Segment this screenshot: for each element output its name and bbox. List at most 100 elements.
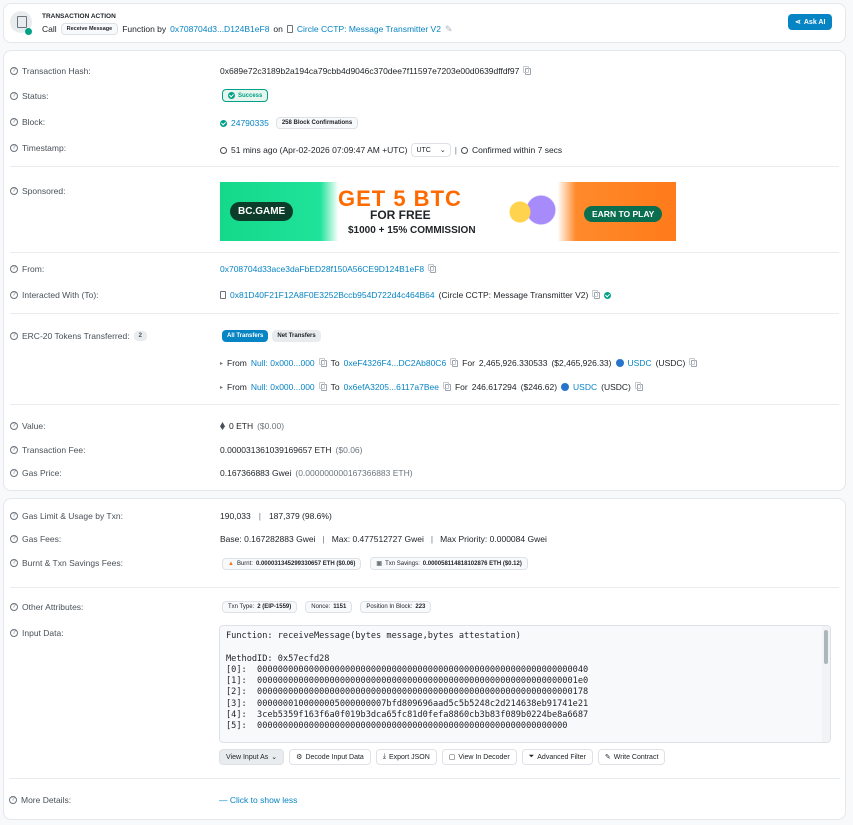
scrollbar[interactable] (822, 626, 830, 742)
edit-icon[interactable]: ✎ (445, 24, 453, 35)
function-by-text: Function by (122, 24, 167, 34)
timestamp-label: ? Timestamp: (10, 143, 66, 153)
question-icon: ? (10, 92, 18, 100)
transfer-row: ▸ From Null: 0x000...000 To 0xeF4326F4..… (220, 357, 698, 368)
to-text: To (330, 358, 340, 368)
download-icon: ⤓ (382, 753, 386, 760)
view-in-decoder-button[interactable]: ▢ View In Decoder (441, 749, 517, 765)
divider (10, 404, 839, 405)
gas-usage: 187,379 (98.6%) (268, 511, 332, 521)
transfer-to-link[interactable]: 0xeF4326F4...DC2Ab80C6 (344, 358, 447, 368)
write-contract-button[interactable]: ✎ Write Contract (597, 749, 666, 765)
transfer-from-link[interactable]: Null: 0x000...000 (251, 358, 315, 368)
export-json-button[interactable]: ⤓ Export JSON (375, 749, 437, 765)
copy-icon[interactable] (318, 381, 327, 391)
value-value: 0 ETH ($0.00) (220, 421, 284, 431)
timezone-select[interactable]: UTC ⌄ (411, 143, 451, 157)
check-circle-icon (228, 92, 235, 99)
tab-all-transfers[interactable]: All Transfers (222, 330, 269, 342)
copy-icon[interactable] (318, 357, 327, 367)
transfer-amount: 2,465,926.330533 (478, 358, 548, 368)
copy-icon[interactable] (689, 357, 698, 367)
tab-net-transfers[interactable]: Net Transfers (272, 330, 321, 342)
usdc-icon (615, 359, 624, 367)
decode-icon: ⚙ (296, 754, 303, 761)
receipt-icon (10, 11, 32, 35)
on-text: on (273, 24, 283, 34)
timestamp-label-text: Timestamp: (22, 143, 67, 153)
gas-fees-label: ? Gas Fees: (10, 534, 61, 544)
status-label: ? Status: (10, 91, 48, 101)
value-usd: ($0.00) (257, 421, 285, 431)
method-badge[interactable]: Receive Message (60, 23, 119, 35)
gas-fees-label-text: Gas Fees: (22, 534, 62, 544)
input-data-textarea[interactable]: Function: receiveMessage(bytes message,b… (219, 625, 831, 743)
contract-name-link[interactable]: Circle CCTP: Message Transmitter V2 (297, 24, 441, 34)
confirmed-text: Confirmed within 7 secs (471, 145, 563, 155)
gas-limit-label-text: Gas Limit & Usage by Txn: (22, 511, 123, 521)
hash-text: 0x689e72c3189b2a194ca79cbb4d9046c370dee7… (220, 66, 520, 76)
transfer-row: ▸ From Null: 0x000...000 To 0x6efA3205..… (220, 381, 643, 392)
divider (10, 252, 839, 253)
savings-badge: ▣ Txn Savings: 0.000058114818102876 ETH ($… (370, 557, 528, 570)
question-icon: ? (10, 535, 18, 543)
question-icon: ? (10, 67, 18, 75)
copy-icon[interactable] (428, 263, 437, 273)
gas-max: Max: 0.477512727 Gwei (331, 534, 424, 544)
transfer-from-link[interactable]: Null: 0x000...000 (251, 382, 315, 392)
action-line: Call Receive Message Function by 0x70870… (42, 23, 453, 35)
token-link[interactable]: USDC (573, 382, 597, 392)
fee-usd: ($0.06) (335, 445, 363, 455)
gas-price-gwei: 0.167366883 Gwei (220, 468, 292, 478)
from-address-link[interactable]: 0x708704d33ace3daFbED28f150A56CE9D124B1e… (220, 264, 424, 274)
usdc-icon (561, 383, 570, 391)
question-icon: ? (10, 187, 18, 195)
sponsored-banner[interactable]: BC.GAME GET 5 BTC FOR FREE $1000 + 15% C… (220, 182, 676, 241)
hash-label: ? Transaction Hash: (10, 66, 91, 76)
banner-dice-image (502, 192, 562, 232)
divider (10, 587, 839, 588)
flame-icon: ▲ (228, 560, 234, 567)
section-title: TRANSACTION ACTION (42, 13, 116, 20)
view-input-as-button[interactable]: View Input As ⌄ (219, 749, 285, 765)
from-short-link[interactable]: 0x708704d3...D124B1eF8 (170, 24, 269, 34)
savings-icon: ▣ (376, 561, 383, 567)
block-link[interactable]: 24790335 (231, 118, 269, 128)
gas-limit: 190,033 (220, 511, 251, 521)
to-label-text: Interacted With (To): (22, 290, 99, 300)
verified-icon (604, 291, 612, 299)
to-address-link[interactable]: 0x81D40F21F12A8F0E3252Bccb954D722d4c464B… (230, 290, 435, 300)
to-label: ? Interacted With (To): (10, 290, 99, 300)
ask-ai-button[interactable]: ⋖ Ask AI (788, 14, 833, 30)
question-icon: ? (10, 118, 18, 126)
copy-icon[interactable] (523, 65, 532, 75)
divider (9, 778, 840, 779)
copy-icon[interactable] (634, 381, 643, 391)
question-icon: ? (10, 265, 18, 273)
scrollbar-thumb[interactable] (824, 630, 828, 664)
fee-eth: 0.000031361039169657 ETH (220, 445, 332, 455)
block-value: 24790335 258 Block Confirmations (220, 117, 359, 129)
divider (10, 313, 839, 314)
copy-icon[interactable] (450, 357, 459, 367)
contract-icon (286, 25, 293, 33)
gas-price-label-text: Gas Price: (22, 468, 62, 478)
decode-input-button[interactable]: ⚙ Decode Input Data (289, 749, 371, 765)
copy-icon[interactable] (592, 289, 601, 299)
show-less-link[interactable]: — Click to show less (219, 795, 297, 805)
question-icon: ? (9, 796, 17, 804)
advanced-filter-button[interactable]: ⏷ Advanced Filter (521, 749, 593, 765)
gas-fees-value: Base: 0.167282883 Gwei | Max: 0.477512727 … (220, 534, 547, 544)
burnt-label-text: Burnt & Txn Savings Fees: (22, 558, 123, 568)
fee-value: 0.000031361039169657 ETH ($0.06) (220, 445, 362, 455)
to-name: (Circle CCTP: Message Transmitter V2) (438, 290, 589, 300)
question-icon: ? (10, 332, 18, 340)
transfer-to-link[interactable]: 0x6efA3205...6117a7Bee (344, 382, 439, 392)
divider: | (322, 534, 325, 544)
status-value: Success (222, 89, 269, 102)
token-link[interactable]: USDC (628, 358, 652, 368)
transfer-usd: ($2,465,926.33) (551, 358, 612, 368)
external-icon: ▢ (448, 754, 456, 761)
copy-icon[interactable] (442, 381, 451, 391)
value-label: ? Value: (10, 421, 45, 431)
